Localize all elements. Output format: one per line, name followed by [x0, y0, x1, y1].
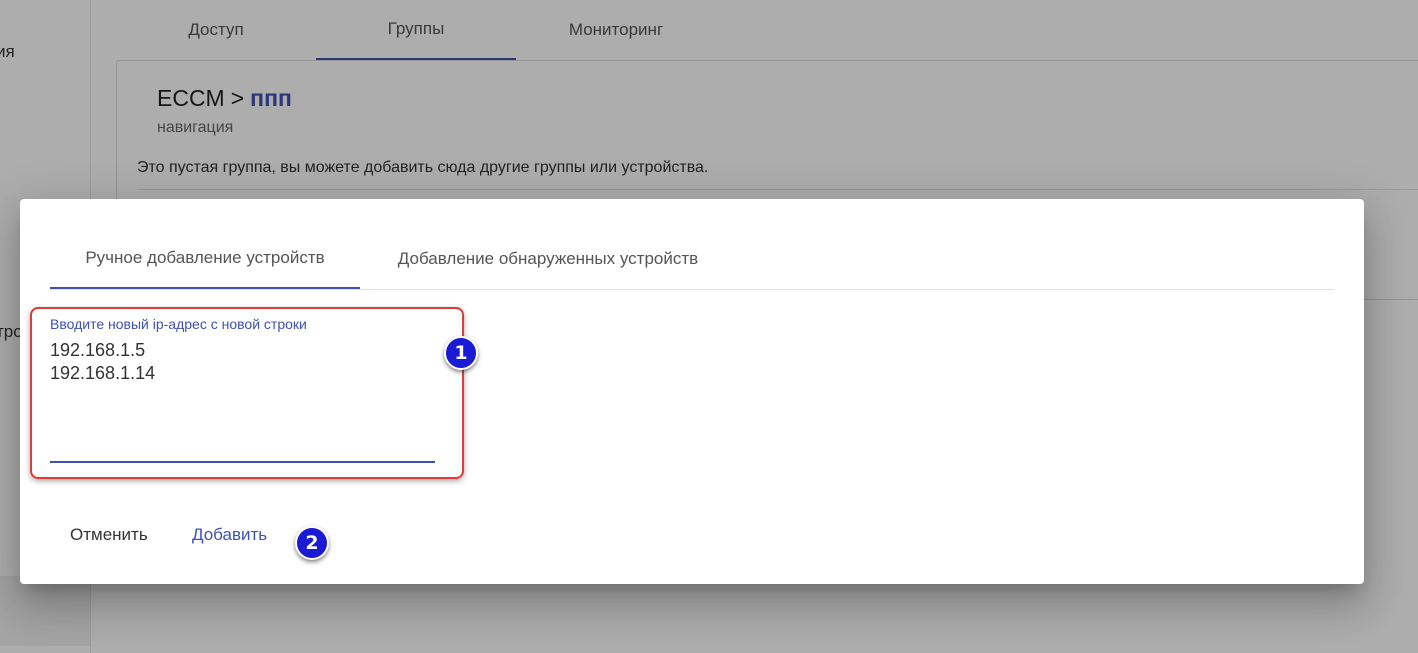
ip-address-field: Вводите новый ip-адрес с новой строки [50, 316, 435, 463]
ip-field-label: Вводите новый ip-адрес с новой строки [50, 316, 307, 332]
add-button[interactable]: Добавить [178, 517, 281, 553]
tab-manual-add[interactable]: Ручное добавление устройств [50, 229, 360, 289]
ip-address-input[interactable] [50, 339, 435, 454]
dialog-tabs: Ручное добавление устройств Добавление о… [50, 229, 1334, 290]
tab-discovered-add[interactable]: Добавление обнаруженных устройств [360, 229, 736, 289]
add-devices-dialog: Ручное добавление устройств Добавление о… [20, 199, 1364, 584]
step-badge-1: 1 [444, 336, 478, 370]
cancel-button[interactable]: Отменить [56, 517, 162, 553]
step-badge-2: 2 [295, 526, 329, 560]
